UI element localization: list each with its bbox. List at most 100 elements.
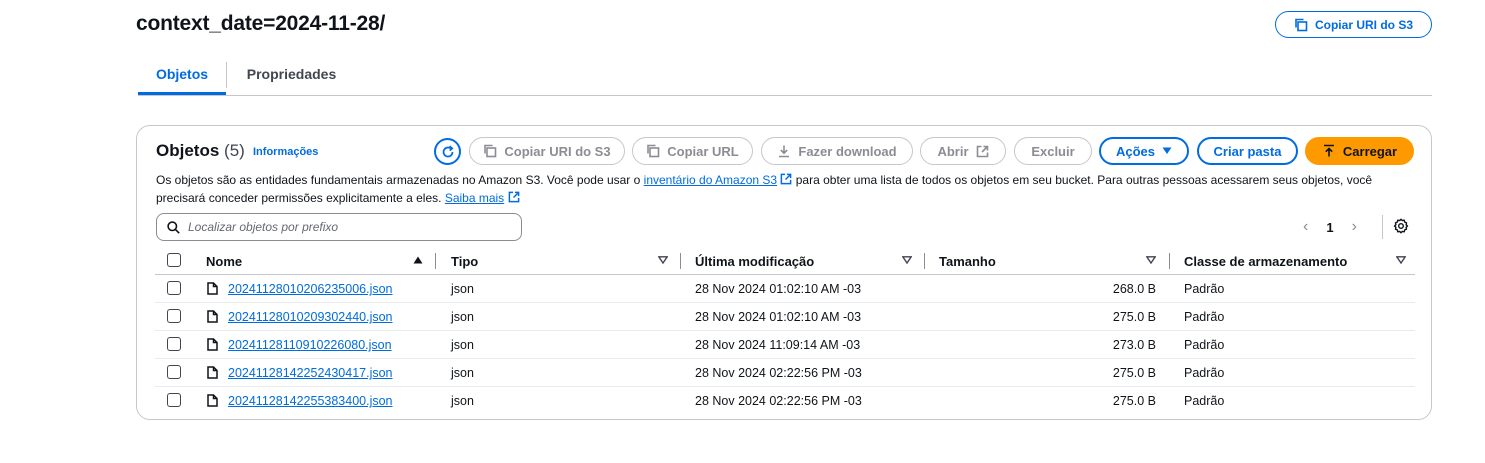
copy-icon: [647, 144, 660, 158]
column-divider: [924, 253, 925, 269]
object-modified: 28 Nov 2024 01:02:10 AM -03: [695, 282, 862, 296]
row-checkbox[interactable]: [167, 365, 181, 379]
object-storage-class: Padrão: [1184, 310, 1225, 324]
actions-dropdown[interactable]: Ações: [1099, 137, 1189, 165]
download-button[interactable]: Fazer download: [761, 137, 913, 165]
pagination: ‹ 1 ›: [1303, 216, 1357, 238]
tab-objetos[interactable]: Objetos: [138, 58, 226, 95]
object-name-link[interactable]: 20241128010206235006.json: [228, 282, 393, 296]
tab-divider: [226, 62, 227, 88]
file-icon: [207, 338, 218, 351]
upload-label: Carregar: [1342, 143, 1398, 159]
object-storage-class: Padrão: [1184, 338, 1225, 352]
description-text-1: Os objetos são as entidades fundamentais…: [156, 173, 644, 187]
copy-s3-uri-header-button[interactable]: Copiar URI do S3: [1275, 11, 1432, 38]
object-storage-class: Padrão: [1184, 394, 1225, 408]
table-row[interactable]: 20241128142252430417.json json 28 Nov 20…: [155, 359, 1415, 387]
column-header-modified[interactable]: Última modificação: [695, 254, 814, 269]
column-divider: [435, 253, 436, 269]
open-label: Abrir: [937, 143, 969, 159]
object-size: 268.0 B: [1112, 282, 1156, 296]
sort-descending-icon[interactable]: [658, 256, 668, 264]
external-link-icon[interactable]: [508, 191, 520, 203]
refresh-icon: [442, 145, 453, 157]
row-checkbox[interactable]: [167, 337, 181, 351]
object-name-link[interactable]: 20241128142252430417.json: [228, 366, 393, 380]
caret-down-icon: [1162, 147, 1172, 154]
upload-icon: [1323, 144, 1334, 157]
chevron-right-icon[interactable]: ›: [1352, 218, 1357, 236]
table-settings-button[interactable]: [1393, 218, 1409, 239]
objects-table: Nome Tipo Última modificação Tamanho Cla…: [155, 247, 1415, 415]
objects-panel: Objetos (5) Informações Copiar URI do S3…: [136, 125, 1432, 420]
tab-propriedades[interactable]: Propriedades: [234, 58, 349, 95]
table-row[interactable]: 20241128142255383400.json json 28 Nov 20…: [155, 387, 1415, 415]
refresh-button[interactable]: [434, 138, 461, 165]
column-header-size[interactable]: Tamanho: [939, 254, 996, 269]
column-divider: [1169, 253, 1170, 269]
external-link-icon: [976, 145, 988, 157]
copy-s3-uri-label: Copiar URI do S3: [504, 143, 611, 159]
sort-descending-icon[interactable]: [1396, 256, 1406, 264]
info-link[interactable]: Informações: [253, 146, 318, 158]
row-checkbox[interactable]: [167, 281, 181, 295]
file-icon: [207, 310, 218, 323]
table-row[interactable]: 20241128010209302440.json json 28 Nov 20…: [155, 303, 1415, 331]
column-header-name[interactable]: Nome: [206, 254, 242, 269]
table-row[interactable]: 20241128110910226080.json json 28 Nov 20…: [155, 331, 1415, 359]
upload-button[interactable]: Carregar: [1305, 137, 1414, 165]
sort-descending-icon[interactable]: [1146, 256, 1156, 264]
pagination-divider: [1382, 215, 1383, 239]
sort-descending-icon[interactable]: [902, 256, 912, 264]
download-label: Fazer download: [798, 143, 897, 159]
object-type: json: [451, 282, 474, 296]
row-checkbox[interactable]: [167, 393, 181, 407]
object-name-link[interactable]: 20241128142255383400.json: [228, 394, 393, 408]
sort-ascending-icon[interactable]: [413, 256, 423, 264]
inventory-link-text: inventário do Amazon S3: [643, 173, 778, 187]
chevron-left-icon[interactable]: ‹: [1303, 218, 1308, 236]
objects-title-text: Objetos: [156, 141, 220, 160]
row-checkbox[interactable]: [167, 309, 181, 323]
objects-count: (5): [224, 141, 245, 160]
object-size: 275.0 B: [1112, 394, 1156, 408]
search-input[interactable]: [188, 220, 508, 234]
object-size: 275.0 B: [1112, 366, 1156, 380]
tab-bar: Objetos Propriedades: [138, 58, 1432, 96]
search-icon: [167, 220, 180, 234]
object-modified: 28 Nov 2024 11:09:14 AM -03: [695, 338, 861, 352]
page-title: context_date=2024-11-28/: [136, 12, 386, 35]
delete-button[interactable]: Excluir: [1014, 137, 1092, 165]
download-icon: [779, 145, 790, 158]
column-header-type[interactable]: Tipo: [451, 254, 478, 269]
file-icon: [207, 282, 218, 295]
column-header-storage-class[interactable]: Classe de armazenamento: [1184, 254, 1347, 269]
object-type: json: [451, 310, 474, 324]
object-modified: 28 Nov 2024 02:22:56 PM -03: [695, 394, 862, 408]
file-icon: [207, 394, 218, 407]
external-link-icon[interactable]: [780, 173, 792, 185]
table-row[interactable]: 20241128010206235006.json json 28 Nov 20…: [155, 275, 1415, 303]
select-all-checkbox[interactable]: [167, 253, 181, 267]
object-modified: 28 Nov 2024 02:22:56 PM -03: [695, 366, 862, 380]
objects-panel-title: Objetos (5): [156, 141, 245, 161]
create-folder-button[interactable]: Criar pasta: [1197, 137, 1298, 165]
object-type: json: [451, 394, 474, 408]
learn-more-link-text: Saiba mais: [444, 191, 505, 205]
search-box[interactable]: [156, 213, 522, 241]
object-storage-class: Padrão: [1184, 366, 1225, 380]
object-name-link[interactable]: 20241128110910226080.json: [228, 338, 392, 352]
actions-label: Ações: [1115, 143, 1156, 159]
copy-s3-uri-button[interactable]: Copiar URI do S3: [469, 137, 625, 165]
open-button[interactable]: Abrir: [920, 137, 1006, 165]
settings-icon: [1393, 218, 1409, 234]
copy-s3-uri-header-label: Copiar URI do S3: [1314, 17, 1413, 32]
learn-more-link[interactable]: Saiba mais: [445, 191, 504, 205]
copy-url-button[interactable]: Copiar URL: [632, 137, 753, 165]
object-type: json: [451, 366, 474, 380]
current-page[interactable]: 1: [1326, 220, 1333, 235]
copy-url-label: Copiar URL: [667, 143, 739, 159]
object-size: 275.0 B: [1112, 310, 1156, 324]
inventory-link[interactable]: inventário do Amazon S3: [644, 173, 777, 187]
object-name-link[interactable]: 20241128010209302440.json: [228, 310, 393, 324]
